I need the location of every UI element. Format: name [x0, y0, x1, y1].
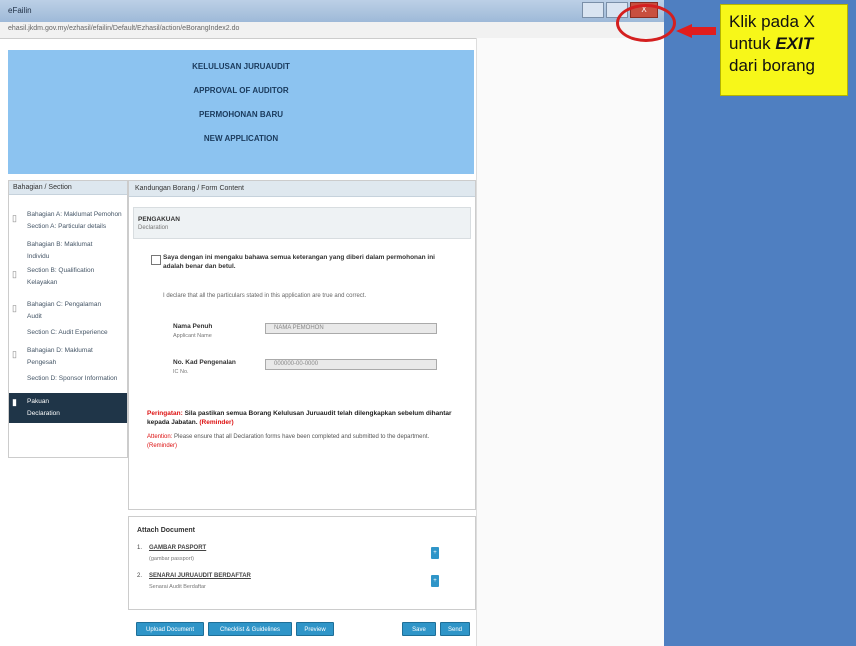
- document-subtitle: (gambar passport): [149, 556, 194, 562]
- nav-item-sub: Declaration: [27, 410, 60, 417]
- declaration-form: Kandungan Borang / Form Content PENGAKUA…: [128, 180, 476, 510]
- declaration-text-en: I declare that all the particulars state…: [163, 293, 367, 299]
- document-subtitle: Senarai Audit Berdaftar: [149, 584, 206, 590]
- nav-item-section-b[interactable]: Bahagian B: Maklumat Individu: [9, 239, 127, 265]
- document-number: 2.: [137, 573, 143, 579]
- ic-field[interactable]: 000000-00-0000: [265, 359, 437, 370]
- reminder-suffix: (Reminder): [199, 419, 234, 426]
- attached-documents: Attach Document 1. GAMBAR PASPORT (gamba…: [128, 516, 476, 610]
- callout-line-3: dari borang: [729, 56, 816, 75]
- attach-button[interactable]: +: [431, 547, 439, 559]
- name-label: Nama Penuh: [173, 323, 213, 330]
- document-icon: ▯: [12, 349, 17, 359]
- nav-item-label: Pakuan: [27, 398, 50, 405]
- nav-item-section-c-experience[interactable]: Section C: Audit Experience: [9, 327, 127, 341]
- attach-button[interactable]: +: [431, 575, 439, 587]
- reminder-text: Peringatan: Sila pastikan semua Borang K…: [147, 409, 457, 427]
- declaration-checkbox[interactable]: [151, 255, 161, 265]
- save-button[interactable]: Save: [402, 622, 436, 636]
- ic-label: No. Kad Pengenalan: [173, 359, 236, 366]
- document-number: 1.: [137, 545, 143, 551]
- document-icon: ▯: [12, 213, 17, 223]
- documents-heading: Attach Document: [137, 527, 195, 534]
- empty-page-area: [476, 38, 665, 646]
- nav-item-section-d[interactable]: ▯ Bahagian D: Maklumat Pengesah: [9, 345, 127, 371]
- nav-item-section-c[interactable]: ▯ Bahagian C: Pengalaman Audit: [9, 299, 127, 325]
- window-titlebar: eFailin X: [0, 0, 664, 22]
- callout-line-1: Klik pada X: [729, 12, 815, 31]
- nav-item-sub: Pengesah: [27, 359, 57, 366]
- attention-prefix: Attention:: [147, 434, 173, 440]
- header-line-3: PERMOHONAN BARU: [199, 110, 283, 119]
- nav-heading: Bahagian / Section: [9, 181, 127, 195]
- checklist-button[interactable]: Checklist & Guidelines: [208, 622, 292, 636]
- nav-item-label: Bahagian C: Pengalaman: [27, 301, 102, 308]
- document-icon: ▮: [12, 397, 17, 407]
- nav-item-section-a[interactable]: ▯ Bahagian A: Maklumat Pemohon Section A…: [9, 209, 127, 235]
- instruction-callout: Klik pada X untuk EXIT dari borang: [720, 4, 848, 96]
- nav-item-sub: Audit: [27, 313, 42, 320]
- section-title: PENGAKUAN: [138, 216, 180, 223]
- upload-document-button[interactable]: Upload Document: [136, 622, 204, 636]
- name-field[interactable]: NAMA PEMOHON: [265, 323, 437, 334]
- declaration-text: Saya dengan ini mengaku bahawa semua ket…: [163, 254, 435, 270]
- document-icon: ▯: [12, 303, 17, 313]
- pointer-arrow-icon: [676, 24, 716, 38]
- page-header: KELULUSAN JURUAUDIT APPROVAL OF AUDITOR …: [8, 50, 474, 174]
- nav-item-label: Bahagian B: Maklumat: [27, 241, 93, 248]
- header-line-1: KELULUSAN JURUAUDIT: [192, 62, 290, 71]
- attention-body: Please ensure that all Declaration forms…: [172, 434, 430, 440]
- callout-line-2: untuk EXIT: [729, 33, 839, 55]
- callout-exit-word: EXIT: [775, 34, 814, 53]
- url-text: ehasil.jkdm.gov.my/ezhasil/efailin/Defau…: [8, 25, 240, 32]
- nav-item-section-b-qualification[interactable]: ▯ Section B: Qualification Kelayakan: [9, 265, 127, 291]
- section-title-box: PENGAKUAN Declaration: [133, 207, 471, 239]
- desktop-background: [664, 0, 856, 646]
- nav-item-section-d-sponsor[interactable]: Section D: Sponsor Information: [9, 373, 127, 387]
- ic-sublabel: IC No.: [173, 369, 189, 375]
- callout-line-2-prefix: untuk: [729, 34, 776, 53]
- header-line-2: APPROVAL OF AUDITOR: [193, 86, 289, 95]
- document-icon: ▯: [12, 269, 17, 279]
- preview-button[interactable]: Preview: [296, 622, 334, 636]
- attention-text: Attention: Please ensure that all Declar…: [147, 433, 457, 451]
- address-bar[interactable]: ehasil.jkdm.gov.my/ezhasil/efailin/Defau…: [0, 22, 664, 39]
- minimize-button[interactable]: [582, 2, 604, 18]
- reminder-body: Sila pastikan semua Borang Kelulusan Jur…: [147, 410, 452, 426]
- highlight-circle: [616, 4, 676, 42]
- attention-suffix: (Reminder): [147, 443, 178, 449]
- nav-item-label: Section C: Audit Experience: [27, 329, 108, 336]
- form-heading: Kandungan Borang / Form Content: [129, 181, 475, 197]
- nav-item-label: Bahagian A: Maklumat Pemohon: [27, 211, 122, 218]
- reminder-prefix: Peringatan:: [147, 410, 183, 417]
- nav-item-label: Bahagian D: Maklumat: [27, 347, 93, 354]
- nav-item-declaration[interactable]: ▮ Pakuan Declaration: [9, 393, 127, 423]
- nav-item-sub: Section A: Particular details: [27, 223, 107, 230]
- window-title: eFailin: [8, 6, 32, 15]
- submit-button[interactable]: Send: [440, 622, 470, 636]
- header-line-4: NEW APPLICATION: [203, 134, 279, 143]
- name-sublabel: Applicant Name: [173, 333, 212, 339]
- nav-item-label: Section D: Sponsor Information: [27, 375, 118, 382]
- document-link[interactable]: SENARAI JURUAUDIT BERDAFTAR: [149, 573, 251, 579]
- document-row: 1. GAMBAR PASPORT (gambar passport) +: [137, 545, 457, 569]
- nav-item-label: Section B: Qualification: [27, 267, 95, 274]
- document-row: 2. SENARAI JURUAUDIT BERDAFTAR Senarai A…: [137, 573, 457, 597]
- nav-item-sub: Individu: [27, 253, 50, 260]
- section-nav: Bahagian / Section ▯ Bahagian A: Makluma…: [8, 180, 128, 458]
- nav-item-sub: Kelayakan: [27, 279, 58, 286]
- section-subtitle: Declaration: [138, 225, 169, 231]
- document-link[interactable]: GAMBAR PASPORT: [149, 545, 206, 551]
